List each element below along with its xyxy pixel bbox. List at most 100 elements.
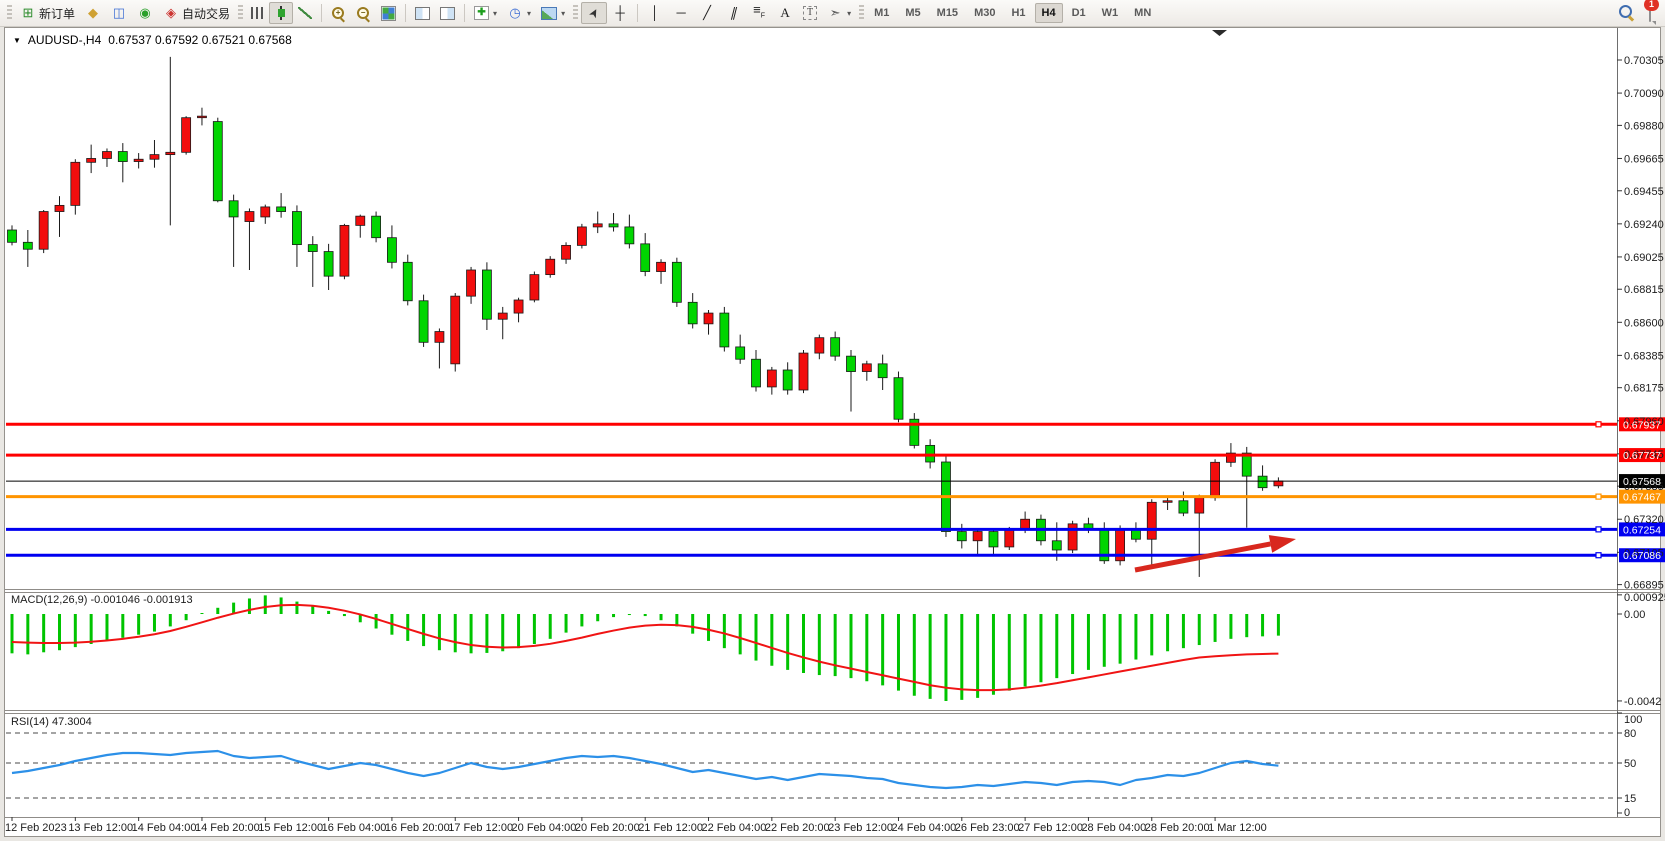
line-chart-button[interactable]: [293, 2, 317, 24]
data-window-button[interactable]: ◉: [132, 2, 158, 24]
zoom-out-button[interactable]: −: [351, 2, 376, 24]
autotrading-icon: ◈: [163, 5, 179, 21]
text-button[interactable]: A: [772, 2, 798, 24]
price-tick-label: 0.69455: [1624, 186, 1664, 198]
candle-body: [245, 212, 254, 222]
candle-body: [672, 262, 681, 302]
time-tick-label: 15 Feb 12:00: [258, 822, 323, 834]
candle-body: [482, 270, 491, 319]
chart-canvas[interactable]: 0.703050.700900.698800.696650.694550.692…: [0, 0, 1665, 841]
toolbar-grip[interactable]: [238, 5, 243, 21]
channel-button[interactable]: ∥: [720, 2, 746, 24]
text-icon: A: [777, 5, 793, 21]
auto-arrange-button[interactable]: [410, 2, 435, 24]
candle-body: [657, 262, 666, 271]
autotrading-button[interactable]: ◈ 自动交易: [158, 2, 235, 24]
timeframe-MN[interactable]: MN: [1127, 3, 1158, 23]
candle-body: [277, 207, 286, 212]
candle-body: [799, 353, 808, 390]
zoom-in-icon: +: [331, 6, 346, 21]
new-order-label: 新订单: [39, 5, 75, 22]
profiles-button[interactable]: ◆: [80, 2, 106, 24]
line-handle[interactable]: [1596, 527, 1601, 532]
templates-button[interactable]: ▾: [536, 2, 570, 24]
trendline-button[interactable]: ╱: [694, 2, 720, 24]
time-tick-label: 14 Feb 04:00: [132, 822, 197, 834]
fibonacci-button[interactable]: ≡F: [746, 2, 772, 24]
candle-body: [546, 259, 555, 274]
track-chart-button[interactable]: [435, 2, 460, 24]
line-handle[interactable]: [1596, 422, 1601, 427]
periods-button[interactable]: ◷▾: [502, 2, 536, 24]
autotrading-label: 自动交易: [182, 5, 230, 22]
time-tick-label: 12 Feb 2023: [5, 822, 67, 834]
rsi-tick-label: 100: [1624, 714, 1642, 726]
chart-menu-icon[interactable]: ▼: [13, 36, 21, 45]
candle-body: [767, 370, 776, 387]
candle-body: [102, 152, 111, 159]
candle-body: [846, 356, 855, 371]
line-handle[interactable]: [1596, 553, 1601, 558]
vertical-line-button[interactable]: │: [642, 2, 668, 24]
candle-body: [340, 225, 349, 276]
new-order-button[interactable]: ⊞ 新订单: [15, 2, 80, 24]
time-tick-label: 1 Mar 12:00: [1208, 822, 1267, 834]
timeframe-W1[interactable]: W1: [1095, 3, 1126, 23]
candle-body: [213, 122, 222, 201]
tile-windows-button[interactable]: [376, 2, 401, 24]
toolbar-grip[interactable]: [7, 5, 12, 21]
bar-chart-button[interactable]: [246, 2, 269, 24]
horizontal-line-button[interactable]: ─: [668, 2, 694, 24]
time-tick-label: 14 Feb 20:00: [195, 822, 260, 834]
candle-body: [783, 370, 792, 390]
crosshair-button[interactable]: ┼: [607, 2, 633, 24]
indicators-button[interactable]: ✚▾: [469, 2, 502, 24]
candle-body: [815, 338, 824, 353]
timeframe-M1[interactable]: M1: [867, 3, 896, 23]
candle-body: [467, 270, 476, 296]
price-tick-label: 0.68815: [1624, 284, 1664, 296]
zoom-in-button[interactable]: +: [326, 2, 351, 24]
toolbar-grip[interactable]: [859, 5, 864, 21]
candle-body: [39, 212, 48, 250]
candle-body: [720, 313, 729, 347]
candle-body: [372, 216, 381, 238]
price-tick-label: 0.70090: [1624, 88, 1664, 100]
time-tick-label: 24 Feb 04:00: [891, 822, 956, 834]
candle-body: [1179, 501, 1188, 513]
rsi-tick-label: 15: [1624, 793, 1636, 805]
search-icon[interactable]: [1619, 5, 1635, 21]
candle-body: [435, 332, 444, 343]
timeframe-M30[interactable]: M30: [967, 3, 1002, 23]
toolbar-grip[interactable]: [573, 5, 578, 21]
price-tick-label: 0.69665: [1624, 153, 1664, 165]
candle-body: [292, 212, 301, 245]
line-chart-icon: [298, 7, 312, 19]
candle-body: [878, 364, 887, 378]
auto-arrange-icon: [415, 7, 430, 20]
candle-body: [197, 116, 206, 118]
notifications-button[interactable]: 1: [1649, 4, 1651, 22]
candlestick-chart-button[interactable]: [269, 2, 293, 24]
timeframe-H1[interactable]: H1: [1004, 3, 1032, 23]
profiles-icon: ◆: [85, 5, 101, 21]
candle-body: [498, 313, 507, 319]
timeframe-M15[interactable]: M15: [930, 3, 965, 23]
indicators-add-icon: ✚: [474, 6, 489, 20]
price-tick-label: 0.69880: [1624, 120, 1664, 132]
candle-body: [562, 245, 571, 259]
time-tick-label: 20 Feb 20:00: [575, 822, 640, 834]
timeframe-M5[interactable]: M5: [898, 3, 927, 23]
symbol-period-label: AUDUSD-,H4: [28, 33, 101, 47]
arrows-button[interactable]: ➣▾: [822, 2, 856, 24]
candle-body: [530, 275, 539, 300]
timeframe-D1[interactable]: D1: [1065, 3, 1093, 23]
chart-title-bar[interactable]: ▼ AUDUSD-,H4 0.67537 0.67592 0.67521 0.6…: [13, 33, 292, 47]
cursor-button[interactable]: ➤: [581, 2, 607, 24]
text-label-button[interactable]: T: [798, 2, 822, 24]
market-watch-button[interactable]: ◫: [106, 2, 132, 24]
signal-icon: ◉: [137, 5, 153, 21]
candle-body: [1021, 519, 1030, 528]
timeframe-H4[interactable]: H4: [1035, 3, 1063, 23]
line-handle[interactable]: [1596, 494, 1601, 499]
